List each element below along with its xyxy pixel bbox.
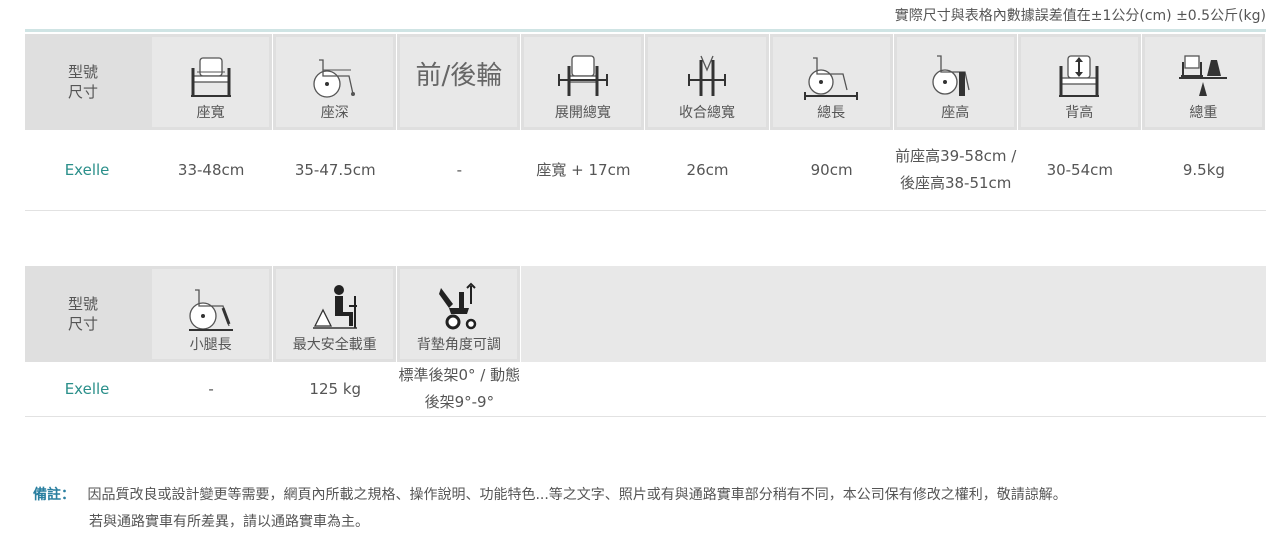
header-open-width: 展開總寬 bbox=[521, 34, 646, 130]
header-label: 最大安全載重 bbox=[292, 337, 377, 353]
open-width-icon bbox=[557, 55, 608, 96]
header-label: 背墊角度可調 bbox=[416, 337, 501, 353]
header-max-load: 最大安全載重 bbox=[273, 266, 398, 362]
folded-width-icon bbox=[688, 55, 727, 96]
leg-length-icon bbox=[188, 289, 233, 331]
remark: 備註： 因品質改良或設計變更等需要，網頁內所載之規格、操作說明、功能特色...等… bbox=[33, 482, 1067, 536]
value-open-width: 座寬 + 17cm bbox=[536, 160, 631, 179]
backrest-angle-icon bbox=[438, 282, 477, 330]
seat-height-icon bbox=[932, 55, 970, 96]
header-seat-height: 座高 bbox=[894, 34, 1018, 130]
header-empty bbox=[521, 266, 1266, 362]
seat-depth-icon bbox=[313, 59, 355, 98]
header-label: 展開總寬 bbox=[554, 105, 611, 121]
value-back-height: 30-54cm bbox=[1046, 160, 1114, 179]
header-label: 背高 bbox=[1065, 105, 1094, 121]
value-max-load: 125 kg bbox=[309, 379, 362, 398]
spec-table-1: 型號 尺寸 座寬 座深 前/後輪 展開總寬 收合總寬 總長 座高 背高 總重 E… bbox=[25, 34, 1266, 211]
value-backrest-angle: 標準後架0° / 動態後架9°-9° bbox=[398, 366, 521, 411]
model-name: Exelle bbox=[64, 160, 110, 179]
header-seat-width: 座寬 bbox=[149, 34, 274, 130]
value-seat-width: 33-48cm bbox=[177, 160, 245, 179]
model-name: Exelle bbox=[64, 379, 110, 398]
header-label: 前/後輪 bbox=[415, 60, 503, 91]
table-row: Exelle - 125 kg 標準後架0° / 動態後架9°-9° bbox=[25, 362, 1266, 417]
value-folded-width: 26cm bbox=[686, 160, 729, 179]
header-seat-depth: 座深 bbox=[273, 34, 398, 130]
remark-line-2: 若與通路實車有所差異，請以通路實車為主。 bbox=[89, 514, 369, 530]
header-backrest-angle: 背墊角度可調 bbox=[397, 266, 522, 362]
header-label: 座深 bbox=[320, 105, 349, 121]
value-leg-length: - bbox=[208, 379, 214, 398]
value-total-weight: 9.5kg bbox=[1182, 160, 1225, 179]
model-size-header: 型號 尺寸 bbox=[68, 63, 99, 101]
row-empty bbox=[521, 362, 1266, 416]
header-total-weight: 總重 bbox=[1142, 34, 1266, 130]
top-rule bbox=[25, 29, 1266, 32]
remark-line-1: 因品質改良或設計變更等需要，網頁內所載之規格、操作說明、功能特色...等之文字、… bbox=[87, 487, 1067, 503]
value-seat-depth: 35-47.5cm bbox=[294, 160, 376, 179]
total-weight-icon bbox=[1179, 55, 1228, 96]
header-label: 座高 bbox=[941, 105, 970, 121]
header-label: 總重 bbox=[1189, 105, 1218, 121]
value-seat-height: 前座高39-58cm / 後座高38-51cm bbox=[895, 147, 1017, 192]
header-back-height: 背高 bbox=[1018, 34, 1142, 130]
header-label: 收合總寬 bbox=[679, 105, 736, 121]
back-height-icon bbox=[1059, 55, 1100, 97]
header-folded-width: 收合總寬 bbox=[645, 34, 770, 130]
table-row: Exelle 33-48cm 35-47.5cm - 座寬 + 17cm 26c… bbox=[25, 130, 1266, 211]
remark-key: 備註： bbox=[33, 487, 75, 503]
value-total-length: 90cm bbox=[810, 160, 853, 179]
spec-table-2-header: 型號 尺寸 小腿長 最大安全載重 背墊角度可調 bbox=[25, 266, 1266, 362]
header-leg-length: 小腿長 bbox=[149, 266, 274, 362]
header-total-length: 總長 bbox=[770, 34, 894, 130]
header-label: 小腿長 bbox=[189, 337, 232, 353]
max-load-icon bbox=[312, 285, 357, 329]
header-label: 總長 bbox=[817, 105, 846, 121]
spec-table-1-header: 型號 尺寸 座寬 座深 前/後輪 展開總寬 收合總寬 總長 座高 背高 總重 bbox=[25, 34, 1266, 130]
spec-table-2: 型號 尺寸 小腿長 最大安全載重 背墊角度可調 Exelle - 125 kg … bbox=[25, 266, 1266, 417]
model-size-header: 型號 尺寸 bbox=[68, 295, 99, 333]
total-length-icon bbox=[804, 57, 859, 100]
header-front-rear-wheel: 前/後輪 bbox=[397, 34, 522, 130]
seat-width-icon bbox=[190, 57, 231, 97]
tolerance-note: 實際尺寸與表格內數據誤差值在±1公分(cm) ±0.5公斤(kg) bbox=[894, 8, 1266, 24]
value-front-rear-wheel: - bbox=[456, 160, 463, 179]
header-label: 座寬 bbox=[196, 105, 225, 121]
